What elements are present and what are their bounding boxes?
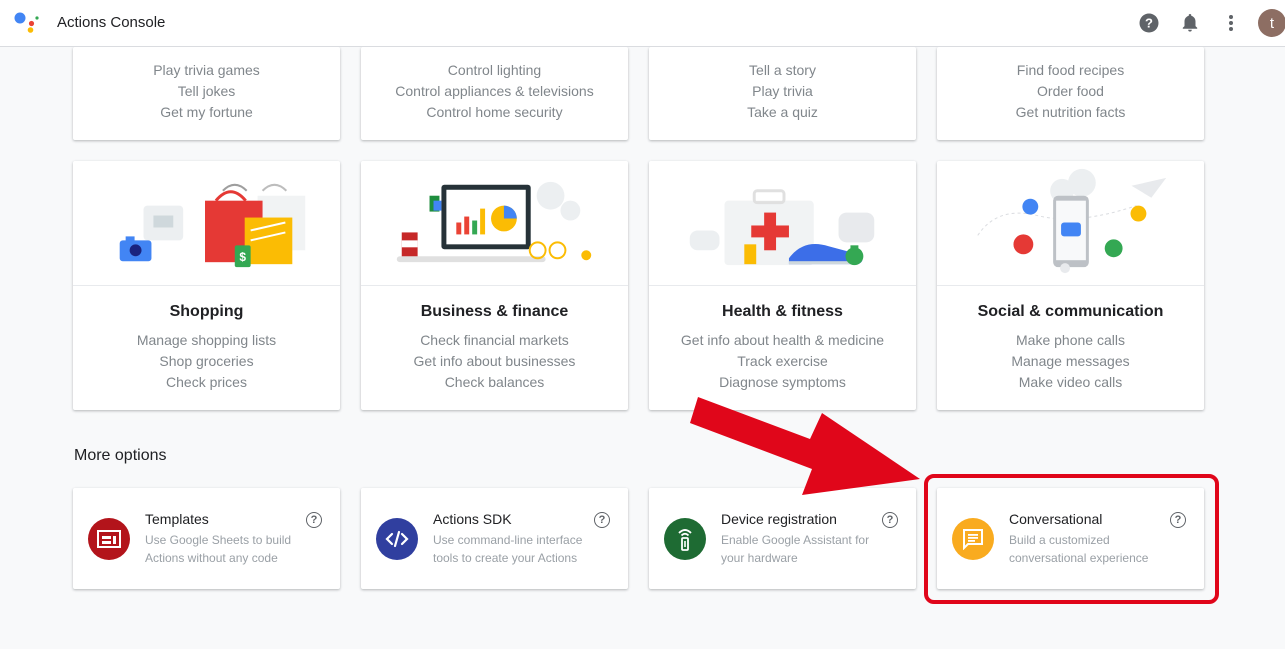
option-card-device-registration[interactable]: Device registration Enable Google Assist… — [649, 488, 916, 589]
card-line: Check balances — [444, 374, 545, 390]
card-line: Make phone calls — [1016, 332, 1125, 348]
card-title: Shopping — [169, 303, 244, 320]
card-line: Diagnose symptoms — [719, 374, 846, 390]
card-line: Tell a story — [749, 62, 816, 78]
category-card-shopping[interactable]: $ Shopping Manage shopping lists Shop gr… — [73, 161, 340, 410]
option-description: Use Google Sheets to build Actions witho… — [145, 533, 292, 565]
card-title: Social & communication — [977, 303, 1164, 320]
bell-icon[interactable] — [1179, 12, 1201, 34]
category-card-social-communication[interactable]: Social & communication Make phone calls … — [937, 161, 1204, 410]
option-card-conversational[interactable]: Conversational Build a customized conver… — [937, 488, 1204, 589]
business-illustration — [361, 181, 628, 286]
health-illustration — [649, 189, 916, 286]
help-icon[interactable]: ? — [306, 512, 322, 528]
more-options-heading: More options — [74, 447, 167, 464]
social-illustration — [937, 168, 1204, 286]
card-line: Control appliances & televisions — [395, 83, 594, 99]
option-title: Conversational — [1009, 511, 1103, 527]
device-icon — [664, 518, 706, 560]
code-icon — [376, 518, 418, 560]
option-title: Templates — [145, 511, 209, 527]
account-avatar[interactable]: t — [1258, 9, 1285, 37]
card-line: Take a quiz — [747, 104, 818, 120]
card-line: Play trivia — [752, 83, 813, 99]
card-line: Get info about businesses — [413, 353, 576, 369]
help-icon[interactable]: ? — [594, 512, 610, 528]
option-description: Use command-line interface tools to crea… — [433, 533, 583, 565]
chat-icon — [952, 518, 994, 560]
option-description: Build a customized conversational experi… — [1009, 533, 1149, 565]
option-title: Device registration — [721, 511, 837, 527]
card-title: Business & finance — [420, 303, 569, 320]
app-title: Actions Console — [57, 14, 166, 31]
help-icon[interactable]: ? — [882, 512, 898, 528]
category-card-education[interactable]: Tell a story Play trivia Take a quiz — [649, 47, 916, 140]
template-icon — [88, 518, 130, 560]
card-line: Track exercise — [737, 353, 828, 369]
card-line: Control home security — [426, 104, 563, 120]
google-assistant-logo-icon — [14, 12, 39, 33]
card-line: Manage messages — [1011, 353, 1130, 369]
top-app-bar: Actions Console ? t — [0, 0, 1285, 47]
card-line: Get nutrition facts — [1015, 104, 1126, 120]
card-line: Make video calls — [1018, 374, 1123, 390]
card-line: Order food — [1037, 83, 1104, 99]
card-line: Get info about health & medicine — [680, 332, 885, 348]
svg-text:$: $ — [239, 250, 246, 264]
option-card-actions-sdk[interactable]: Actions SDK Use command-line interface t… — [361, 488, 628, 589]
help-circle-icon[interactable]: ? — [1138, 12, 1160, 34]
category-card-fun[interactable]: Play trivia games Tell jokes Get my fort… — [73, 47, 340, 140]
card-line: Check prices — [166, 374, 247, 390]
category-card-home-control[interactable]: Control lighting Control appliances & te… — [361, 47, 628, 140]
card-line: Shop groceries — [159, 353, 254, 369]
card-title: Health & fitness — [722, 303, 843, 320]
svg-text:?: ? — [1145, 16, 1153, 31]
option-description: Enable Google Assistant for your hardwar… — [721, 533, 870, 565]
card-line: Control lighting — [447, 62, 542, 78]
card-line: Tell jokes — [177, 83, 236, 99]
category-card-health-fitness[interactable]: Health & fitness Get info about health &… — [649, 161, 916, 410]
category-card-food[interactable]: Find food recipes Order food Get nutriti… — [937, 47, 1204, 140]
help-icon[interactable]: ? — [1170, 512, 1186, 528]
card-line: Get my fortune — [160, 104, 253, 120]
card-line: Check financial markets — [420, 332, 569, 348]
card-line: Play trivia games — [153, 62, 260, 78]
more-vert-icon[interactable] — [1220, 12, 1242, 34]
category-card-business-finance[interactable]: Business & finance Check financial marke… — [361, 161, 628, 410]
option-title: Actions SDK — [433, 511, 512, 527]
shopping-illustration: $ — [73, 183, 340, 286]
option-card-templates[interactable]: Templates Use Google Sheets to build Act… — [73, 488, 340, 589]
card-line: Find food recipes — [1016, 62, 1125, 78]
card-line: Manage shopping lists — [136, 332, 277, 348]
